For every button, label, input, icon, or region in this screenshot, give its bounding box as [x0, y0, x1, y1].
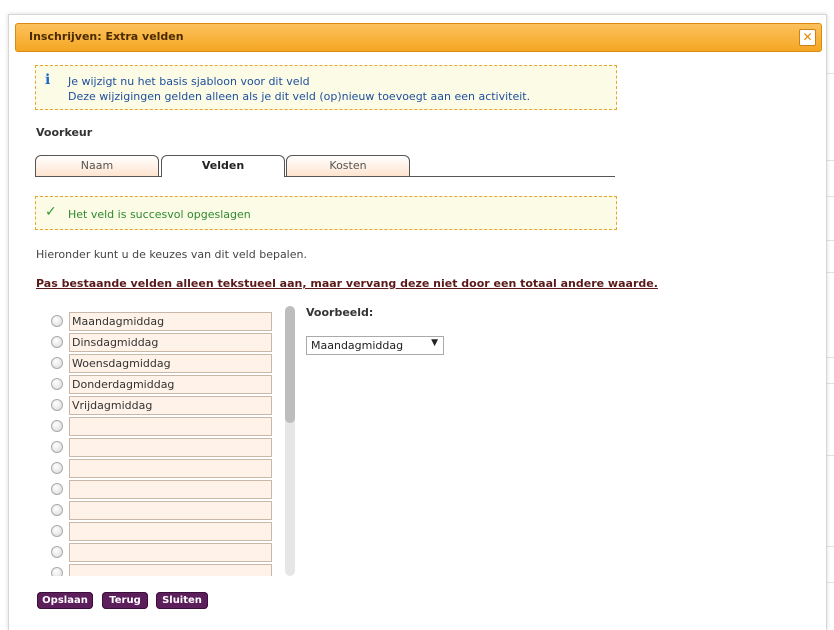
- choice-radio[interactable]: [51, 546, 63, 558]
- scrollbar-thumb[interactable]: [285, 306, 295, 423]
- extra-fields-dialog: Inschrijven: Extra velden ✕ ℹ Je wijzigt…: [8, 14, 827, 630]
- success-notice: ✓ Het veld is succesvol opgeslagen: [35, 196, 617, 230]
- choice-row: [35, 501, 275, 520]
- choice-input[interactable]: [69, 312, 272, 331]
- choice-radio[interactable]: [51, 315, 63, 327]
- choice-input[interactable]: [69, 354, 272, 373]
- close-button[interactable]: Sluiten: [156, 592, 208, 609]
- info-line-2: Deze wijzigingen gelden alleen als je di…: [68, 90, 531, 103]
- choice-radio[interactable]: [51, 567, 63, 576]
- dialog-titlebar: Inschrijven: Extra velden ✕: [15, 23, 822, 52]
- choice-row: [35, 417, 275, 436]
- choice-radio[interactable]: [51, 378, 63, 390]
- choice-input[interactable]: [69, 333, 272, 352]
- preview-select[interactable]: Maandagmiddag ▼: [306, 336, 444, 355]
- choice-input[interactable]: [69, 438, 272, 457]
- choice-row: [35, 375, 275, 394]
- description-text: Hieronder kunt u de keuzes van dit veld …: [36, 248, 307, 261]
- choice-input[interactable]: [69, 375, 272, 394]
- choice-row: [35, 354, 275, 373]
- choice-input[interactable]: [69, 522, 272, 541]
- choice-row: [35, 396, 275, 415]
- tab-naam[interactable]: Naam: [35, 155, 159, 176]
- choice-input[interactable]: [69, 459, 272, 478]
- choice-input[interactable]: [69, 480, 272, 499]
- choice-row: [35, 312, 275, 331]
- choice-radio[interactable]: [51, 441, 63, 453]
- choice-radio[interactable]: [51, 525, 63, 537]
- choice-row: [35, 543, 275, 562]
- warning-text: Pas bestaande velden alleen tekstueel aa…: [36, 277, 658, 290]
- choice-row: [35, 438, 275, 457]
- save-button[interactable]: Opslaan: [37, 592, 93, 609]
- choice-input[interactable]: [69, 564, 272, 576]
- check-icon: ✓: [45, 204, 57, 220]
- choice-radio[interactable]: [51, 336, 63, 348]
- back-button[interactable]: Terug: [102, 592, 148, 609]
- choice-list: [35, 306, 295, 576]
- choice-row: [35, 480, 275, 499]
- preview-selected-value: Maandagmiddag: [311, 339, 404, 352]
- dialog-title: Inschrijven: Extra velden: [29, 30, 184, 43]
- chevron-down-icon: ▼: [431, 338, 438, 348]
- choice-row: [35, 459, 275, 478]
- info-icon: ℹ: [45, 72, 51, 88]
- choice-radio[interactable]: [51, 399, 63, 411]
- close-icon[interactable]: ✕: [799, 29, 816, 46]
- choice-list-scrollbar[interactable]: [285, 306, 295, 576]
- tab-bar: Naam Velden Kosten: [35, 155, 615, 177]
- info-notice: ℹ Je wijzigt nu het basis sjabloon voor …: [35, 65, 617, 110]
- choice-input[interactable]: [69, 396, 272, 415]
- preference-heading: Voorkeur: [36, 126, 93, 139]
- choice-input[interactable]: [69, 501, 272, 520]
- success-message: Het veld is succesvol opgeslagen: [68, 208, 251, 221]
- info-line-1: Je wijzigt nu het basis sjabloon voor di…: [68, 75, 310, 88]
- choice-input[interactable]: [69, 543, 272, 562]
- choice-radio[interactable]: [51, 504, 63, 516]
- choice-radio[interactable]: [51, 420, 63, 432]
- tab-velden[interactable]: Velden: [161, 155, 285, 177]
- tab-kosten[interactable]: Kosten: [286, 155, 410, 176]
- preview-label: Voorbeeld:: [306, 306, 374, 319]
- choice-row: [35, 522, 275, 541]
- choice-radio[interactable]: [51, 357, 63, 369]
- choice-input[interactable]: [69, 417, 272, 436]
- choice-radio[interactable]: [51, 483, 63, 495]
- choice-row: [35, 564, 275, 576]
- choice-row: [35, 333, 275, 352]
- choice-radio[interactable]: [51, 462, 63, 474]
